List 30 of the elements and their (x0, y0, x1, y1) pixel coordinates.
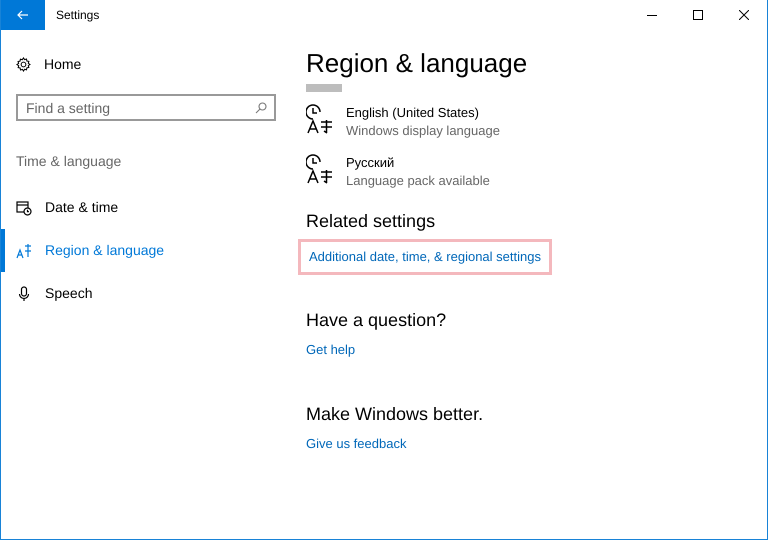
minimize-icon (647, 14, 657, 16)
microphone-icon (16, 286, 32, 302)
placeholder-bar (306, 84, 342, 92)
section-heading: Time & language (16, 152, 122, 171)
sidebar-item[interactable]: Speech (1, 272, 291, 315)
maximize-icon (693, 10, 703, 20)
language-name: Русский (346, 154, 396, 172)
close-icon (739, 10, 749, 20)
settings-link[interactable]: Additional date, time, & regional settings (298, 239, 552, 274)
language-icon (16, 242, 32, 258)
search-field[interactable]: Find a setting (16, 94, 276, 121)
sidebar-item[interactable]: Region & language (1, 229, 291, 272)
section-heading: Related settings (306, 210, 436, 233)
search-icon (255, 102, 267, 114)
back-arrow-icon (17, 10, 29, 20)
language-clock-icon (306, 154, 334, 184)
language-status: Language pack available (346, 172, 490, 190)
window-title: Settings (56, 7, 100, 24)
feedback-link[interactable]: Give us feedback (306, 434, 406, 454)
page-title: Region & language (306, 47, 528, 80)
help-link[interactable]: Get help (306, 340, 356, 359)
sidebar-item[interactable]: Date & time (1, 186, 291, 229)
language-name: English (United States) (346, 104, 480, 122)
section-heading: Make Windows better. (306, 403, 484, 426)
calendar-clock-icon (16, 200, 32, 216)
language-clock-icon (306, 104, 334, 134)
home-item[interactable]: Home (1, 44, 291, 84)
gear-icon (16, 56, 31, 72)
section-heading: Have a question? (306, 308, 448, 332)
language-status: Windows display language (346, 122, 500, 140)
